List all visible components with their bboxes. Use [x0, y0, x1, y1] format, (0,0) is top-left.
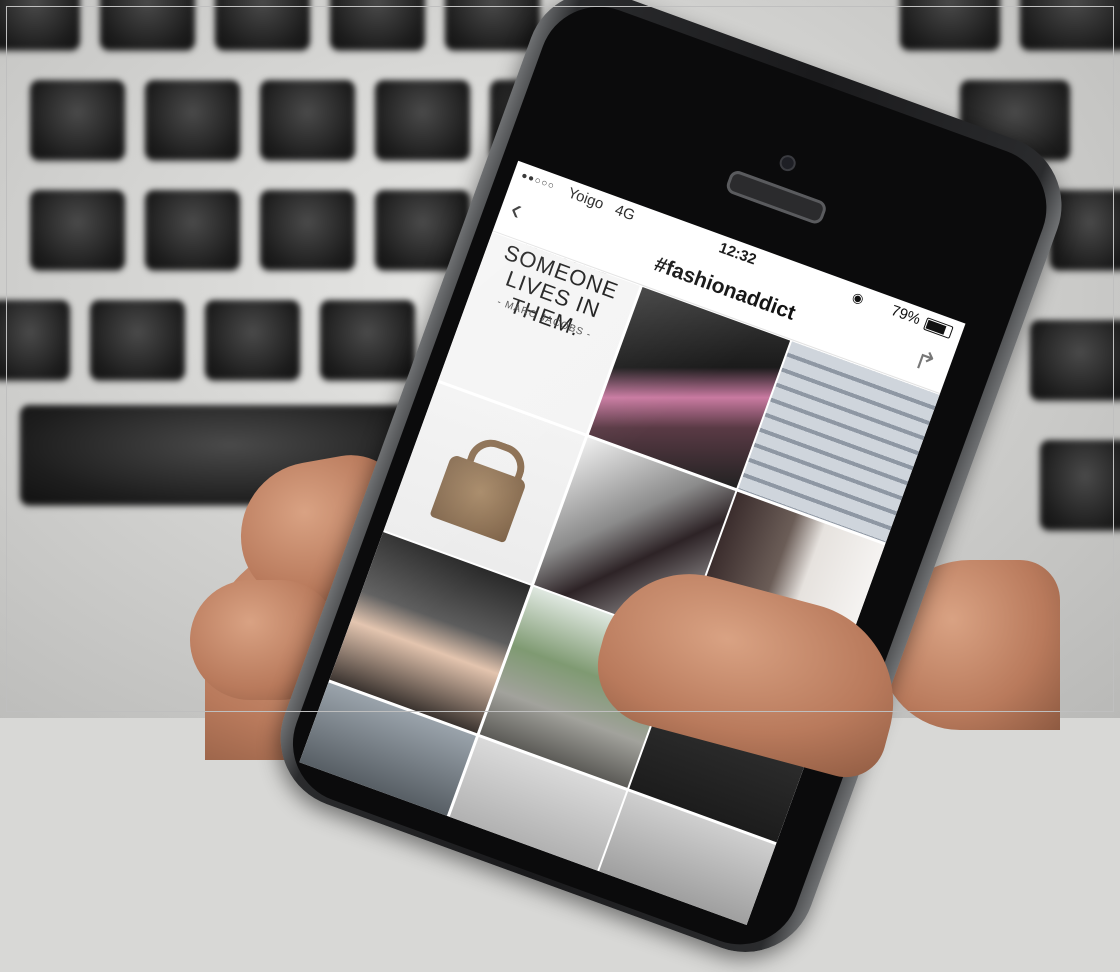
- keyboard-key: [900, 0, 1000, 50]
- keyboard-key: [260, 190, 355, 270]
- keyboard-key: [100, 0, 195, 50]
- keyboard-key: [145, 190, 240, 270]
- keyboard-key: [1040, 440, 1120, 530]
- keyboard-key: [30, 190, 125, 270]
- front-camera-icon: [777, 152, 798, 174]
- keyboard-key: [0, 0, 80, 50]
- keyboard-key: [320, 300, 415, 380]
- keyboard-key: [90, 300, 185, 380]
- keyboard-key: [375, 80, 470, 160]
- keyboard-key: [145, 80, 240, 160]
- keyboard-key: [30, 80, 125, 160]
- keyboard-key: [330, 0, 425, 50]
- earpiece-speaker-icon: [724, 168, 829, 226]
- keyboard-key: [215, 0, 310, 50]
- keyboard-key: [260, 80, 355, 160]
- keyboard-key: [1020, 0, 1120, 50]
- keyboard-key: [445, 0, 540, 50]
- keyboard-key: [205, 300, 300, 380]
- keyboard-key: [0, 300, 70, 380]
- keyboard-key: [1030, 320, 1120, 400]
